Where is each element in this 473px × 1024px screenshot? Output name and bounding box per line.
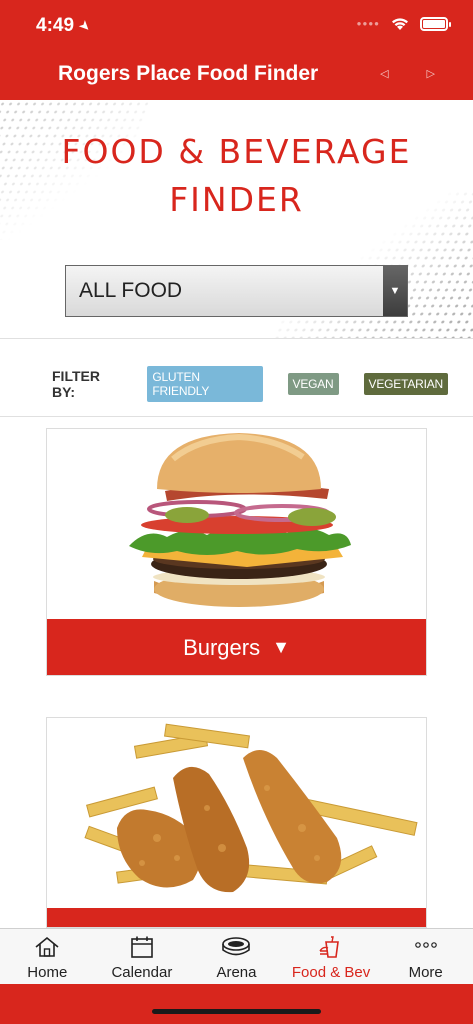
tab-food-bev[interactable]: Food & Bev [284, 929, 379, 984]
tab-home[interactable]: Home [0, 929, 95, 984]
status-time-text: 4:49 [36, 15, 75, 36]
battery-icon [420, 16, 451, 31]
tab-arena[interactable]: Arena [189, 929, 284, 984]
tab-label: More [408, 964, 443, 981]
filter-chip-vegan[interactable]: VEGAN [287, 373, 339, 395]
page-title-line: FOOD & BEVERAGE [61, 132, 412, 171]
tab-label: Calendar [111, 964, 173, 981]
screen: 4:49 ➤ ●●●● Rogers Place Food Finder ◁ ▷… [0, 0, 473, 1024]
arena-icon [221, 934, 251, 960]
filter-chip-vegetarian[interactable]: VEGETARIAN [363, 373, 448, 395]
divider [0, 338, 473, 339]
food-bev-icon [317, 934, 345, 960]
tab-label: Arena [216, 964, 257, 981]
category-bar[interactable]: Burgers ▼ [47, 619, 426, 675]
food-category-select-value: ALL FOOD [79, 279, 183, 302]
status-time: 4:49 ➤ [36, 15, 94, 37]
bottom-strip [0, 984, 473, 1024]
filter-label: FILTER BY: [52, 368, 100, 400]
page-title: FOOD & BEVERAGE FINDER [0, 128, 473, 224]
filter-row: FILTER BY: GLUTEN FRIENDLY VEGAN VEGETAR… [52, 366, 473, 402]
filter-chip-gluten-friendly[interactable]: GLUTEN FRIENDLY [147, 366, 263, 402]
more-icon [413, 934, 439, 960]
food-category-select[interactable]: ALL FOOD ▼ [65, 265, 408, 317]
nav-title: Rogers Place Food Finder [58, 62, 319, 85]
tab-more[interactable]: More [378, 929, 473, 984]
wifi-icon [392, 18, 408, 30]
location-arrow-icon: ➤ [76, 17, 94, 35]
category-bar[interactable] [47, 908, 426, 927]
tab-label: Home [27, 964, 68, 981]
dropdown-arrow-icon[interactable]: ▼ [383, 266, 407, 316]
tab-bar: Home Calendar Arena Food & Bev More [0, 928, 473, 984]
burger-image [47, 429, 426, 619]
tab-label: Food & Bev [291, 964, 371, 981]
status-indicators: ●●●● [356, 16, 451, 31]
page-title-line: FINDER [169, 180, 304, 219]
home-icon [33, 934, 61, 960]
back-arrow-icon[interactable]: ◁ [380, 67, 388, 80]
cellular-signal-icon: ●●●● [356, 19, 380, 28]
hero-section: FOOD & BEVERAGE FINDER ALL FOOD ▼ [0, 100, 473, 338]
tab-calendar[interactable]: Calendar [95, 929, 190, 984]
forward-arrow-icon[interactable]: ▷ [427, 67, 435, 80]
nav-arrows: ◁ ▷ [380, 67, 435, 80]
expand-triangle-icon: ▼ [272, 637, 290, 657]
chicken-fingers-image [47, 718, 426, 908]
header-bar: 4:49 ➤ ●●●● Rogers Place Food Finder ◁ ▷ [0, 0, 473, 100]
category-label: Burgers [183, 634, 261, 660]
home-indicator[interactable] [152, 1009, 321, 1014]
food-card-chicken[interactable] [46, 717, 427, 928]
divider [0, 416, 473, 417]
calendar-icon [129, 934, 155, 960]
food-card-burgers[interactable]: Burgers ▼ [46, 428, 427, 676]
